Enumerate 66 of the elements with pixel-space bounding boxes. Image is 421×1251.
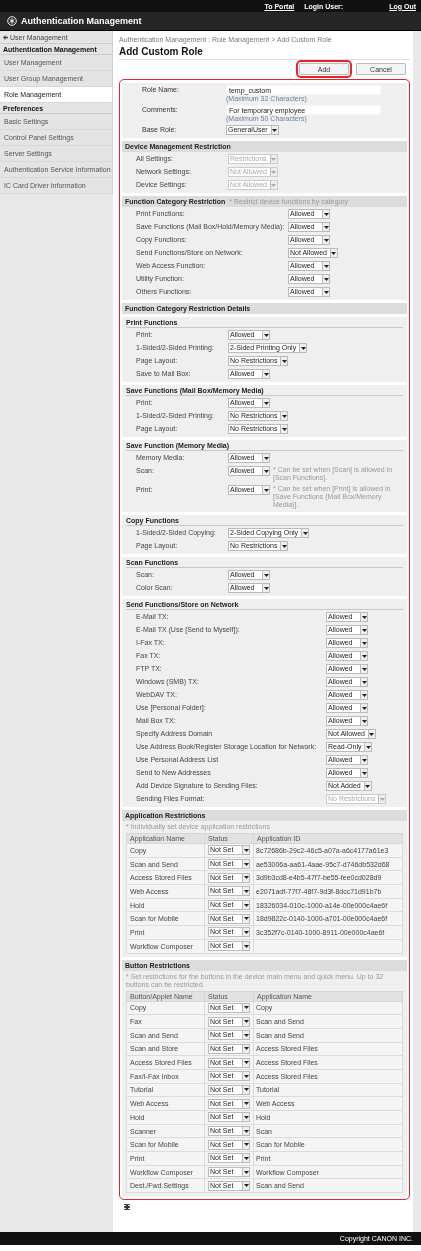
caret-icon xyxy=(263,586,269,590)
caret-icon xyxy=(243,917,249,921)
caret-icon xyxy=(323,264,329,268)
caret-icon xyxy=(323,290,329,294)
caret-icon xyxy=(361,706,367,710)
caret-icon xyxy=(243,1115,249,1119)
caret-icon xyxy=(281,414,287,418)
caret-icon xyxy=(243,1074,249,1078)
caret-icon xyxy=(323,277,329,281)
caret-icon xyxy=(281,427,287,431)
caret-icon xyxy=(263,456,269,460)
caret-icon xyxy=(369,732,375,736)
caret-icon xyxy=(243,1033,249,1037)
caret-icon xyxy=(243,1184,249,1188)
caret-icon xyxy=(361,693,367,697)
caret-icon xyxy=(263,372,269,376)
caret-icon xyxy=(243,1047,249,1051)
caret-icon xyxy=(365,745,371,749)
caret-icon xyxy=(361,667,367,671)
caret-icon xyxy=(361,641,367,645)
caret-icon xyxy=(281,359,287,363)
caret-icon xyxy=(300,346,306,350)
caret-icon xyxy=(243,848,249,852)
caret-icon xyxy=(243,1088,249,1092)
caret-icon xyxy=(263,333,269,337)
caret-icon xyxy=(323,225,329,229)
caret-icon xyxy=(331,251,337,255)
caret-icon xyxy=(361,628,367,632)
caret-icon xyxy=(302,531,308,535)
scroll-top-icon xyxy=(124,1204,130,1211)
caret-icon xyxy=(272,128,278,132)
caret-icon xyxy=(271,183,277,187)
caret-icon xyxy=(243,903,249,907)
logo-icon xyxy=(7,16,17,26)
caret-icon xyxy=(361,758,367,762)
caret-icon xyxy=(243,1102,249,1106)
caret-icon xyxy=(243,862,249,866)
caret-icon xyxy=(361,771,367,775)
caret-icon xyxy=(243,944,249,948)
caret-icon xyxy=(263,488,269,492)
caret-icon xyxy=(365,784,371,788)
caret-icon xyxy=(361,654,367,658)
caret-icon xyxy=(271,170,277,174)
caret-icon xyxy=(243,1129,249,1133)
caret-icon xyxy=(243,1061,249,1065)
caret-icon xyxy=(323,238,329,242)
caret-icon xyxy=(243,1156,249,1160)
caret-icon xyxy=(243,876,249,880)
caret-icon xyxy=(243,1143,249,1147)
caret-icon xyxy=(243,889,249,893)
caret-icon xyxy=(263,401,269,405)
caret-icon xyxy=(271,157,277,161)
caret-icon xyxy=(243,1170,249,1174)
arrow-icon xyxy=(3,34,8,40)
caret-icon xyxy=(243,1020,249,1024)
caret-icon xyxy=(323,212,329,216)
caret-icon xyxy=(361,615,367,619)
caret-icon xyxy=(361,680,367,684)
app-title: Authentication Management xyxy=(21,16,142,26)
caret-icon xyxy=(243,930,249,934)
caret-icon xyxy=(263,573,269,577)
caret-icon xyxy=(281,544,287,548)
caret-icon xyxy=(243,1006,249,1010)
caret-icon xyxy=(263,469,269,473)
caret-icon xyxy=(361,719,367,723)
caret-icon xyxy=(379,797,385,801)
